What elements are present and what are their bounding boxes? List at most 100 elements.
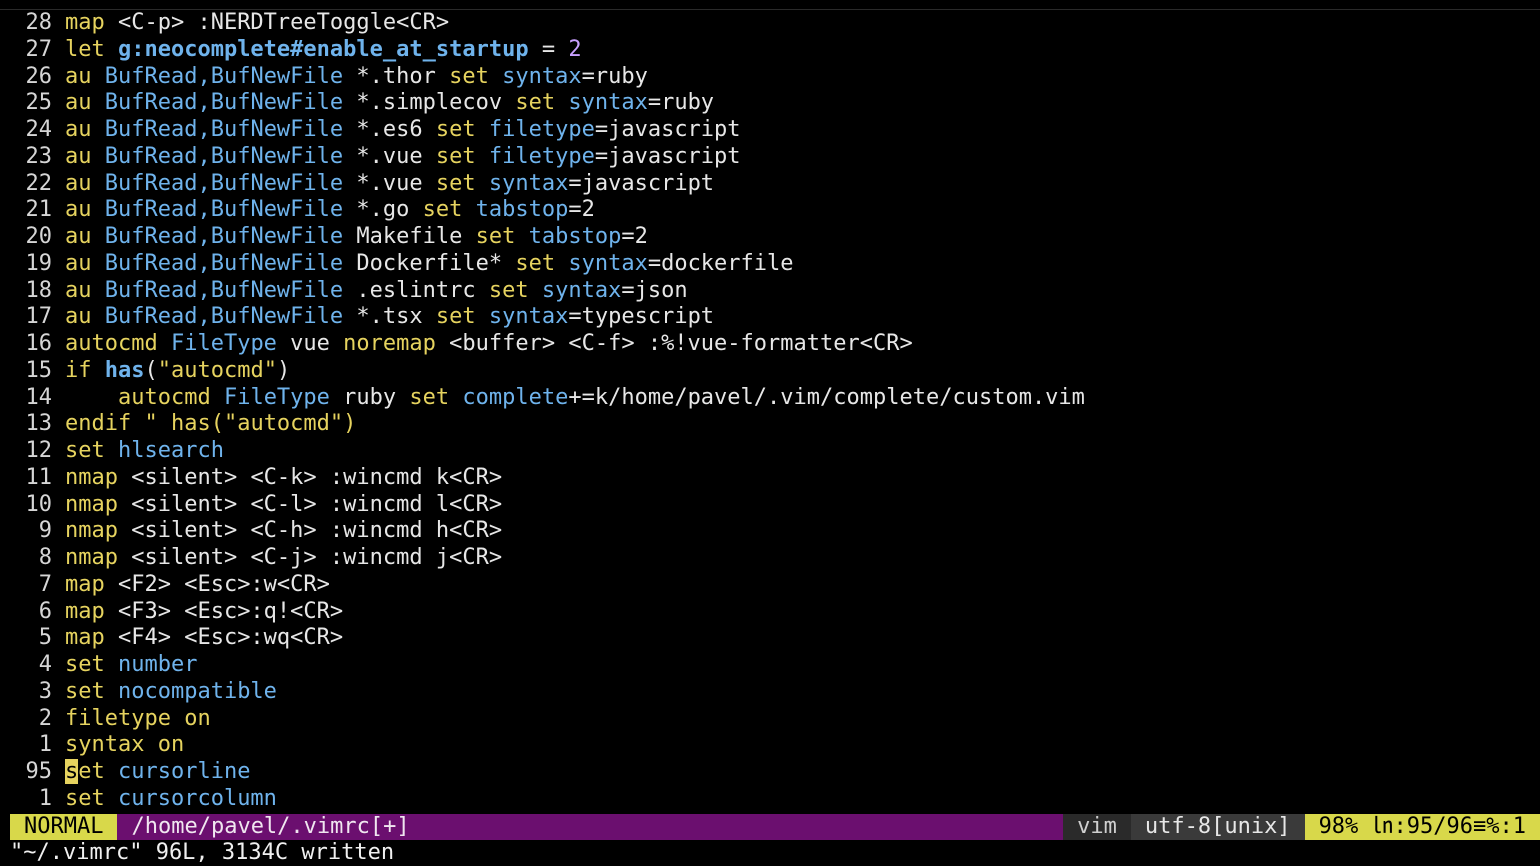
code-line[interactable]: 13 endif " has("autocmd") [0,411,1540,438]
line-number: 23 [25,143,53,169]
code-token: set [475,224,529,249]
code-line[interactable]: 20 au BufRead,BufNewFile Makefile set tab… [0,224,1540,251]
code-token: *.go [343,197,423,223]
code-token: has [104,357,145,383]
code-token: number [117,652,198,677]
code-token: au [65,250,105,276]
current-line[interactable]: 95 set cursorline [0,759,1540,786]
code-token: autocmd [65,331,171,356]
code-token: cursorline [118,759,251,784]
code-token: BufRead,BufNewFile [104,90,344,116]
line-number: 18 [25,277,53,303]
line-number: 3 [38,678,52,704]
command-line[interactable]: "~/.vimrc" 96L, 3134C written [10,840,394,866]
cursor-position-indicator: 98% ㏑:95/96≡%:1 [1304,814,1540,840]
code-line[interactable]: 12 set hlsearch [0,438,1540,465]
code-line[interactable]: 25 au BufRead,BufNewFile *.simplecov set … [0,90,1540,117]
code-line[interactable]: 8 nmap <silent> <C-j> :wincmd j<CR> [0,545,1540,572]
code-line[interactable]: 27 let g:neocomplete#enable_at_startup = … [0,37,1540,64]
code-token: =ruby [647,90,715,116]
line-number: 25 [25,90,53,116]
code-token: *.vue [343,170,436,196]
code-line[interactable]: 4 set number [0,652,1540,679]
code-line[interactable]: 21 au BufRead,BufNewFile *.go set tabstop… [0,197,1540,224]
code-line[interactable]: 9 nmap <silent> <C-h> :wincmd h<CR> [0,518,1540,545]
code-line[interactable]: 7 map <F2> <Esc>:w<CR> [0,572,1540,599]
code-line[interactable]: 17 au BufRead,BufNewFile *.tsx set syntax… [0,304,1540,331]
code-token: syntax [65,732,158,758]
code-token: au [65,304,105,330]
line-code: autocmd FileType vue noremap <buffer> <C… [65,331,913,356]
code-token: *.es6 [343,117,436,142]
editor-buffer[interactable]: 28 map <C-p> :NERDTreeToggle<CR> 27 let g:n… [0,10,1540,813]
code-token: set [65,785,118,811]
line-number: 9 [38,518,52,544]
code-token: nocompatible [117,678,277,704]
line-code: autocmd FileType ruby set complete+=k/ho… [65,385,1085,410]
code-token: =typescript [568,304,715,330]
line-code: au BufRead,BufNewFile *.tsx set syntax=t… [65,304,714,329]
code-line[interactable]: 1 set cursorcolumn [0,786,1540,813]
line-code: nmap <silent> <C-h> :wincmd h<CR> [65,518,502,543]
code-line[interactable]: 3 set nocompatible [0,679,1540,706]
code-line[interactable]: 2 filetype on [0,706,1540,733]
line-code: map <C-p> :NERDTreeToggle<CR> [65,10,449,35]
code-line[interactable]: 6 map <F3> <Esc>:q!<CR> [0,599,1540,626]
code-token: BufRead,BufNewFile [104,197,344,223]
code-token: set [422,197,476,223]
code-token: set [488,277,542,303]
code-token: on [184,705,211,731]
code-token: let [65,36,118,62]
code-token: ( [144,357,158,383]
line-code: set nocompatible [65,679,277,704]
line-number: 17 [25,304,53,330]
code-token: =javascript [594,117,741,142]
line-number: 16 [25,331,53,356]
code-token: FileType [170,331,277,356]
code-token: <silent> <C-k> :wincmd k<CR> [131,464,503,490]
code-line[interactable]: 14 autocmd FileType ruby set complete+=k… [0,385,1540,412]
code-line[interactable]: 18 au BufRead,BufNewFile .eslintrc set sy… [0,278,1540,305]
line-code: au BufRead,BufNewFile *.simplecov set sy… [65,90,714,115]
code-token: set [435,143,489,169]
line-number: 22 [25,170,53,196]
code-line[interactable]: 22 au BufRead,BufNewFile *.vue set syntax… [0,171,1540,198]
code-token: nmap [65,545,132,570]
code-token: et [78,759,118,784]
line-number: 6 [38,598,52,624]
code-line[interactable]: 26 au BufRead,BufNewFile *.thor set synta… [0,64,1540,91]
code-token: au [65,90,105,116]
code-token: au [65,277,105,303]
code-token: BufRead,BufNewFile [104,277,344,303]
code-line[interactable]: 10 nmap <silent> <C-l> :wincmd l<CR> [0,492,1540,519]
line-number: 14 [25,384,53,410]
code-token: <silent> <C-l> :wincmd l<CR> [131,491,503,517]
code-token: syntax [488,304,569,330]
code-line[interactable]: 28 map <C-p> :NERDTreeToggle<CR> [0,10,1540,37]
code-line[interactable]: 19 au BufRead,BufNewFile Dockerfile* set … [0,251,1540,278]
code-token: au [65,197,105,223]
code-token: map [65,571,118,597]
code-token: =2 [568,197,595,223]
code-line[interactable]: 1 syntax on [0,732,1540,759]
code-line[interactable]: 15 if has("autocmd") [0,358,1540,385]
line-number: 10 [25,491,53,517]
line-number: 1 [38,732,52,758]
line-number: 28 [25,10,53,35]
code-line[interactable]: 24 au BufRead,BufNewFile *.es6 set filety… [0,117,1540,144]
code-line[interactable]: 11 nmap <silent> <C-k> :wincmd k<CR> [0,465,1540,492]
code-token: Makefile [343,224,476,249]
code-line[interactable]: 23 au BufRead,BufNewFile *.vue set filety… [0,144,1540,171]
code-token: hlsearch [117,438,224,463]
code-line[interactable]: 16 autocmd FileType vue noremap <buffer> … [0,331,1540,358]
line-code: map <F4> <Esc>:wq<CR> [65,625,343,650]
line-code: if has("autocmd") [65,358,290,383]
code-token: g:neocomplete#enable_at_startup [117,36,529,62]
line-code: set cursorline [65,759,250,784]
code-token: tabstop [528,224,622,249]
vim-terminal-window: 28 map <C-p> :NERDTreeToggle<CR> 27 let g:n… [0,0,1540,866]
code-token: set [65,678,118,704]
code-token: BufRead,BufNewFile [104,63,344,89]
code-line[interactable]: 5 map <F4> <Esc>:wq<CR> [0,625,1540,652]
code-token: *.vue [343,143,436,169]
